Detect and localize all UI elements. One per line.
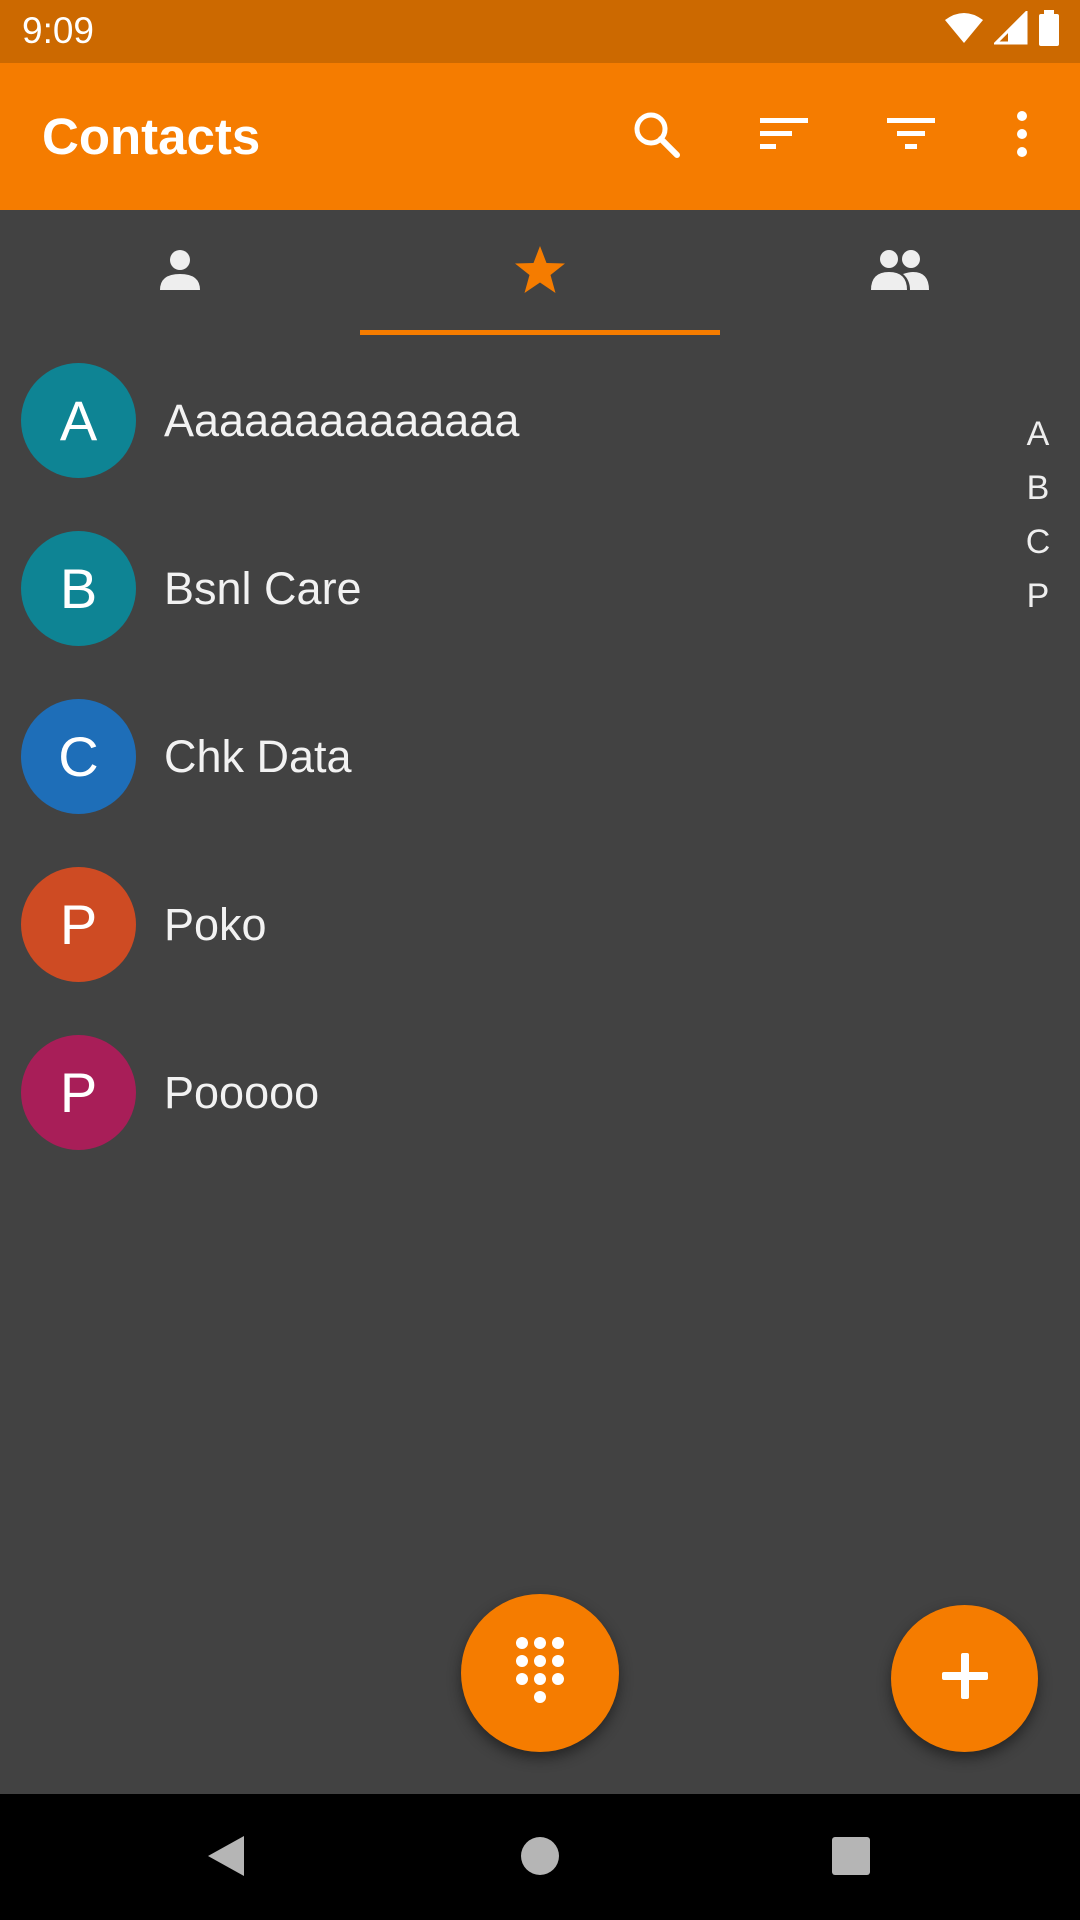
tab-contacts[interactable] bbox=[0, 210, 360, 334]
status-icons bbox=[944, 8, 1060, 51]
contact-row[interactable]: C Chk Data bbox=[0, 673, 1000, 841]
dialpad-icon bbox=[513, 1635, 567, 1712]
search-icon bbox=[630, 108, 682, 165]
star-icon bbox=[513, 244, 567, 301]
status-time: 9:09 bbox=[22, 10, 95, 51]
battery-icon bbox=[1038, 9, 1060, 51]
contact-name: Chk Data bbox=[164, 731, 352, 782]
wifi-icon bbox=[944, 12, 984, 49]
contact-name: Aaaaaaaaaaaaaa bbox=[164, 395, 520, 446]
avatar: P bbox=[21, 867, 136, 982]
back-button[interactable] bbox=[190, 1822, 262, 1894]
sort-icon bbox=[758, 114, 810, 159]
avatar: P bbox=[21, 1035, 136, 1150]
add-contact-button[interactable] bbox=[891, 1605, 1038, 1752]
tab-bar bbox=[0, 210, 1080, 334]
avatar: C bbox=[21, 699, 136, 814]
fast-scroller-letter[interactable]: P bbox=[1010, 569, 1066, 623]
contact-row[interactable]: B Bsnl Care bbox=[0, 505, 1000, 673]
contact-row[interactable]: P Pooooo bbox=[0, 1009, 1000, 1177]
fast-scroller-letter[interactable]: C bbox=[1010, 515, 1066, 569]
back-icon bbox=[204, 1832, 248, 1885]
filter-button[interactable] bbox=[875, 100, 947, 172]
avatar: B bbox=[21, 531, 136, 646]
navigation-bar bbox=[0, 1794, 1080, 1920]
filter-icon bbox=[885, 114, 937, 159]
contact-row[interactable]: A Aaaaaaaaaaaaaa bbox=[0, 337, 1000, 505]
search-button[interactable] bbox=[620, 100, 692, 172]
fast-scroller-letter[interactable]: A bbox=[1010, 407, 1066, 461]
home-icon bbox=[519, 1835, 561, 1882]
tab-indicator bbox=[360, 330, 720, 335]
dialpad-button[interactable] bbox=[461, 1594, 619, 1752]
status-bar: 9:09 bbox=[0, 0, 1080, 63]
contacts-screen: 9:09 Contacts A Aaaaaaaaaaaaaa B Bsnl Ca… bbox=[0, 0, 1080, 1920]
fast-scroller[interactable]: A B C P bbox=[1010, 407, 1066, 623]
contact-name: Bsnl Care bbox=[164, 563, 362, 614]
more-options-button[interactable] bbox=[986, 100, 1058, 172]
app-bar: Contacts bbox=[0, 63, 1080, 210]
tab-groups[interactable] bbox=[720, 210, 1080, 334]
person-icon bbox=[156, 246, 204, 299]
contact-row[interactable]: P Poko bbox=[0, 841, 1000, 1009]
app-title: Contacts bbox=[42, 108, 261, 165]
sort-button[interactable] bbox=[748, 100, 820, 172]
add-icon bbox=[940, 1651, 990, 1706]
more-vert-icon bbox=[1012, 110, 1032, 163]
recents-icon bbox=[831, 1836, 871, 1881]
contact-name: Poko bbox=[164, 899, 267, 950]
group-icon bbox=[869, 248, 931, 297]
tab-favorites[interactable] bbox=[360, 210, 720, 334]
fast-scroller-letter[interactable]: B bbox=[1010, 461, 1066, 515]
recents-button[interactable] bbox=[815, 1822, 887, 1894]
avatar: A bbox=[21, 363, 136, 478]
signal-icon bbox=[992, 8, 1028, 50]
home-button[interactable] bbox=[504, 1822, 576, 1894]
contact-name: Pooooo bbox=[164, 1067, 320, 1118]
